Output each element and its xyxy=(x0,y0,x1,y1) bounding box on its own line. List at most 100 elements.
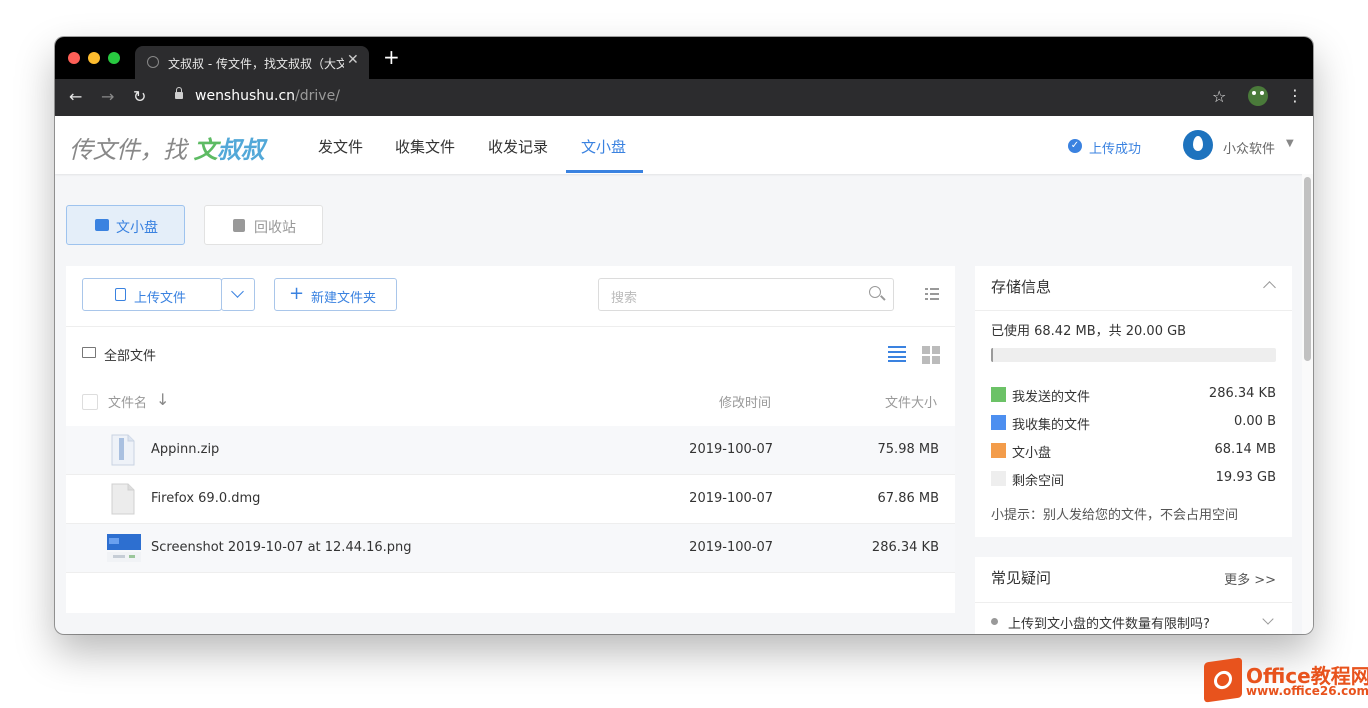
address-bar: ← → ↻ wenshushu.cn/drive/ ☆ ⋮ xyxy=(55,79,1313,116)
file-modified: 2019-100-07 xyxy=(689,540,773,555)
browser-window: 文叔叔 - 传文件，找文叔叔（大文件、永不限速） ✕ + ← → ↻ wensh… xyxy=(55,37,1313,634)
storage-usage-bar xyxy=(991,348,1276,362)
watermark-url: www.office26.com xyxy=(1246,684,1368,698)
file-name[interactable]: Appinn.zip xyxy=(151,442,219,457)
breadcrumb[interactable]: 全部文件 xyxy=(104,345,156,364)
upload-file-label: 上传文件 xyxy=(134,291,187,306)
search-icon[interactable] xyxy=(869,286,881,298)
sort-list-icon[interactable] xyxy=(925,287,939,301)
legend-swatch xyxy=(991,443,1006,458)
legend-item: 我发送的文件 286.34 KB xyxy=(991,385,1276,405)
close-icon[interactable]: ✕ xyxy=(347,52,359,68)
maximize-window-button[interactable] xyxy=(108,52,120,64)
new-folder-label: 新建文件夹 xyxy=(311,291,377,306)
lock-icon xyxy=(175,87,183,99)
bullet-icon xyxy=(991,618,998,625)
legend-label: 我收集的文件 xyxy=(1012,418,1091,433)
legend-value: 0.00 B xyxy=(1234,414,1276,429)
plus-icon: + xyxy=(289,283,305,304)
nav-collect-file[interactable]: 收集文件 xyxy=(395,136,455,157)
extension-icon[interactable] xyxy=(1248,86,1268,106)
faq-divider xyxy=(975,602,1292,603)
storage-usage-fill xyxy=(991,348,993,362)
trash-icon xyxy=(233,219,245,232)
legend-value: 19.93 GB xyxy=(1215,470,1276,485)
forward-icon[interactable]: → xyxy=(101,88,114,106)
nav-send-file[interactable]: 发文件 xyxy=(318,136,363,157)
logo-brand-2: 叔叔 xyxy=(217,136,265,164)
faq-panel: 常见疑问 更多 >> 上传到文小盘的文件数量有限制吗? xyxy=(975,557,1292,634)
file-panel: 上传文件 + 新建文件夹 搜索 全部文件 文件名 ↓ 修改时间 文件大小 App… xyxy=(66,266,955,613)
file-icon xyxy=(111,483,135,515)
legend-swatch xyxy=(991,471,1006,486)
caret-down-icon[interactable]: ▼ xyxy=(1286,138,1294,149)
site-header: 传文件，找 文叔叔 发文件 收集文件 收发记录 文小盘 ✓ 上传成功 小众软件 … xyxy=(55,116,1313,174)
bookmark-star-icon[interactable]: ☆ xyxy=(1212,87,1226,106)
file-name[interactable]: Firefox 69.0.dmg xyxy=(151,491,260,506)
more-menu-icon[interactable]: ⋮ xyxy=(1287,86,1303,105)
close-window-button[interactable] xyxy=(68,52,80,64)
url-path: /drive/ xyxy=(295,88,340,104)
chevron-down-icon[interactable] xyxy=(1262,613,1274,625)
document-icon xyxy=(115,288,126,301)
upload-options-button[interactable] xyxy=(221,278,255,311)
reload-icon[interactable]: ↻ xyxy=(133,88,146,106)
globe-icon xyxy=(147,56,159,68)
nav-records[interactable]: 收发记录 xyxy=(488,136,548,157)
folder-icon xyxy=(82,347,96,358)
site-logo[interactable]: 传文件，找 文叔叔 xyxy=(69,130,265,165)
new-folder-button[interactable]: + 新建文件夹 xyxy=(274,278,397,311)
url-host: wenshushu.cn xyxy=(195,88,296,104)
minimize-window-button[interactable] xyxy=(88,52,100,64)
grid-view-icon[interactable] xyxy=(922,346,940,364)
active-nav-underline xyxy=(566,170,643,173)
storage-panel: 存储信息 已使用 68.42 MB，共 20.00 GB 我发送的文件 286.… xyxy=(975,266,1292,537)
nav-drive[interactable]: 文小盘 xyxy=(581,136,626,157)
logo-brand-1: 文 xyxy=(193,136,218,164)
table-row[interactable]: Appinn.zip 2019-100-07 75.98 MB xyxy=(66,426,955,475)
legend-swatch xyxy=(991,415,1006,430)
legend-label: 剩余空间 xyxy=(1012,474,1065,489)
browser-tab-bar: 文叔叔 - 传文件，找文叔叔（大文件、永不限速） ✕ + xyxy=(55,37,1313,79)
drive-tab-label: 文小盘 xyxy=(116,220,158,236)
table-row[interactable]: Screenshot 2019-10-07 at 12.44.16.png 20… xyxy=(66,524,955,573)
faq-question[interactable]: 上传到文小盘的文件数量有限制吗? xyxy=(1008,613,1210,632)
browser-tab[interactable]: 文叔叔 - 传文件，找文叔叔（大文件、永不限速） ✕ xyxy=(135,46,369,79)
zip-file-icon xyxy=(111,434,135,466)
select-all-checkbox[interactable] xyxy=(82,394,98,410)
list-view-icon[interactable] xyxy=(888,346,906,362)
storage-title: 存储信息 xyxy=(991,278,1052,296)
file-modified: 2019-100-07 xyxy=(689,442,773,457)
recycle-bin-button[interactable]: 回收站 xyxy=(204,205,323,245)
file-name[interactable]: Screenshot 2019-10-07 at 12.44.16.png xyxy=(151,540,412,555)
logo-slogan: 传文件，找 xyxy=(69,136,194,164)
faq-more-link[interactable]: 更多 >> xyxy=(1224,569,1276,588)
sort-arrow-down-icon[interactable]: ↓ xyxy=(156,390,169,409)
table-row[interactable]: Firefox 69.0.dmg 2019-100-07 67.86 MB xyxy=(66,475,955,524)
legend-value: 68.14 MB xyxy=(1214,442,1276,457)
chevron-up-icon[interactable] xyxy=(1263,281,1276,294)
column-header-size[interactable]: 文件大小 xyxy=(885,392,937,411)
toolbar-divider xyxy=(66,326,955,327)
avatar[interactable] xyxy=(1183,130,1213,160)
storage-tip: 小提示：别人发给您的文件，不会占用空间 xyxy=(991,508,1239,523)
back-icon[interactable]: ← xyxy=(69,88,82,106)
storage-divider xyxy=(975,310,1292,311)
drive-tab-button[interactable]: 文小盘 xyxy=(66,205,185,245)
upload-file-button[interactable]: 上传文件 xyxy=(82,278,222,311)
user-name[interactable]: 小众软件 xyxy=(1223,138,1275,157)
url-field[interactable]: wenshushu.cn/drive/ xyxy=(195,88,340,104)
new-tab-button[interactable]: + xyxy=(383,46,400,68)
column-header-name[interactable]: 文件名 xyxy=(108,392,147,411)
storage-used-text: 已使用 68.42 MB，共 20.00 GB xyxy=(991,324,1187,339)
legend-swatch xyxy=(991,387,1006,402)
scrollbar-thumb[interactable] xyxy=(1304,177,1311,361)
watermark: Office教程网 www.office26.com xyxy=(1204,657,1368,704)
column-header-modified[interactable]: 修改时间 xyxy=(719,392,771,411)
upload-status[interactable]: 上传成功 xyxy=(1089,138,1141,157)
office-logo-icon xyxy=(1204,657,1242,703)
file-size: 75.98 MB xyxy=(877,442,939,457)
legend-item: 剩余空间 19.93 GB xyxy=(991,469,1276,489)
tab-title: 文叔叔 - 传文件，找文叔叔（大文件、永不限速） xyxy=(168,57,344,71)
search-input[interactable]: 搜索 xyxy=(598,278,894,311)
